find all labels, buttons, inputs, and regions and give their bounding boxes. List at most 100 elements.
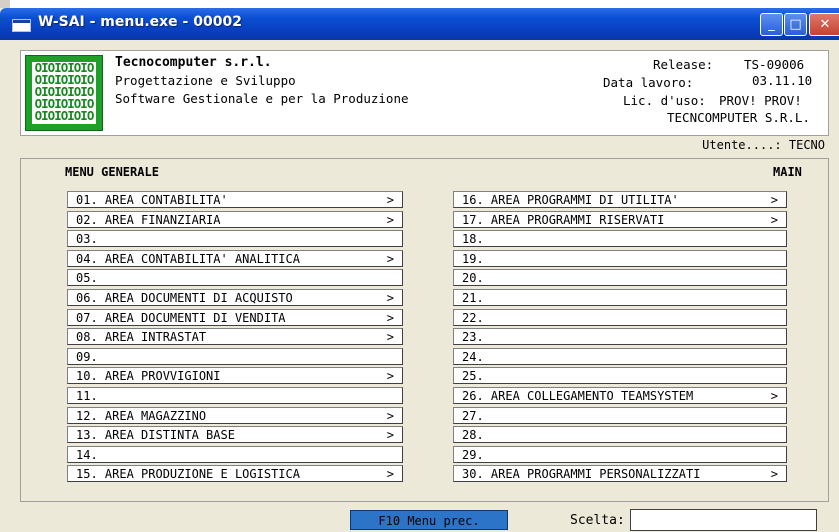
company-logo: OIOIOIOIO OIOIOIOIO OIOIOIOIO OIOIOIOIO … (25, 55, 103, 131)
menu-item[interactable]: 30. AREA PROGRAMMI PERSONALIZZATI > (453, 465, 787, 483)
menu-item[interactable]: 12. AREA MAGAZZINO > (67, 406, 403, 424)
close-button[interactable]: ✕ (809, 13, 839, 36)
data-lavoro-value: 03.11.10 (752, 73, 813, 88)
menu-item-label: 12. AREA MAGAZZINO (76, 408, 207, 423)
menu-item[interactable]: 09. (67, 347, 403, 365)
menu-item[interactable]: 01. AREA CONTABILITA' > (67, 191, 403, 208)
menu-item-label: 08. AREA INTRASTAT (76, 330, 207, 345)
submenu-arrow-icon: > (386, 291, 394, 305)
main-window: W-SAI - menu.exe - 00002 _ □ ✕ OIOIOIOIO… (0, 8, 839, 532)
menu-item-label: 19. (462, 251, 484, 266)
menu-item[interactable]: 06. AREA DOCUMENTI DI ACQUISTO > (67, 289, 403, 306)
menu-item[interactable]: 24. (453, 347, 787, 365)
submenu-arrow-icon: > (386, 310, 394, 325)
menu-item-label: 05. (76, 271, 98, 286)
scelta-label: Scelta: (570, 513, 625, 528)
submenu-arrow-icon: > (386, 330, 394, 345)
menu-item[interactable]: 21. (453, 289, 787, 306)
f10-back-button[interactable]: F10 Menu prec. (350, 510, 508, 530)
menu-item[interactable]: 16. AREA PROGRAMMI DI UTILITA' > (453, 191, 787, 208)
release-label: Release: (653, 57, 714, 72)
submenu-arrow-icon: > (386, 193, 394, 207)
menu-item-label: 21. (462, 291, 484, 305)
menu-item[interactable]: 23. (453, 328, 787, 346)
submenu-arrow-icon: > (770, 193, 778, 207)
menu-item[interactable]: 10. AREA PROVVIGIONI > (67, 367, 403, 385)
menu-item[interactable]: 08. AREA INTRASTAT > (67, 328, 403, 346)
menu-item-label: 10. AREA PROVVIGIONI (76, 369, 221, 384)
menu-item-label: 14. (76, 447, 98, 462)
menu-item[interactable]: 18. (453, 230, 787, 248)
submenu-arrow-icon: > (386, 428, 394, 443)
menu-item[interactable]: 05. (67, 269, 403, 287)
submenu-arrow-icon: > (770, 212, 778, 227)
menu-item[interactable]: 03. (67, 230, 403, 248)
company-name: Tecnocomputer s.r.l. (115, 55, 272, 70)
data-lavoro-label: Data lavoro: (603, 75, 694, 90)
company-tagline-1: Progettazione e Sviluppo (115, 73, 296, 88)
menu-item[interactable]: 26. AREA COLLEGAMENTO TEAMSYSTEM > (453, 387, 787, 404)
menu-item[interactable]: 11. (67, 387, 403, 404)
licence-label: Lic. d'uso: (623, 93, 706, 108)
menu-item[interactable]: 25. (453, 367, 787, 385)
title-bar[interactable]: W-SAI - menu.exe - 00002 _ □ ✕ (0, 8, 839, 40)
maximize-button[interactable]: □ (784, 13, 807, 36)
main-menu: MENU GENERALE MAIN 01. AREA CONTABILITA'… (20, 158, 829, 502)
menu-item[interactable]: 14. (67, 445, 403, 463)
menu-item-label: 07. AREA DOCUMENTI DI VENDITA (76, 310, 286, 325)
user-indicator: Utente....: TECNO (702, 138, 825, 152)
licensee-name: TECNCOMPUTER S.R.L. (667, 110, 810, 125)
menu-item-label: 13. AREA DISTINTA BASE (76, 428, 235, 443)
menu-item-label: 01. AREA CONTABILITA' (76, 193, 228, 207)
submenu-arrow-icon: > (386, 251, 394, 266)
menu-item-label: 18. (462, 232, 484, 247)
menu-item[interactable]: 04. AREA CONTABILITA' ANALITICA > (67, 249, 403, 267)
menu-item-label: 23. (462, 330, 484, 345)
menu-item-label: 03. (76, 232, 98, 247)
menu-item-label: 02. AREA FINANZIARIA (76, 212, 221, 227)
menu-item-label: 11. (76, 389, 98, 403)
menu-item[interactable]: 27. (453, 406, 787, 424)
menu-item[interactable]: 19. (453, 249, 787, 267)
app-window-icon (12, 19, 31, 32)
release-value: TS-09006 (744, 57, 805, 72)
menu-item[interactable]: 29. (453, 445, 787, 463)
submenu-arrow-icon: > (386, 467, 394, 482)
menu-item[interactable]: 28. (453, 426, 787, 444)
menu-item-label: 16. AREA PROGRAMMI DI UTILITA' (462, 193, 679, 207)
licence-value: PROV! PROV! (719, 93, 802, 108)
menu-item[interactable]: 15. AREA PRODUZIONE E LOGISTICA > (67, 465, 403, 483)
menu-item[interactable]: 22. (453, 308, 787, 326)
menu-item-label: 15. AREA PRODUZIONE E LOGISTICA (76, 467, 300, 482)
menu-item-label: 24. (462, 349, 484, 364)
menu-item-label: 04. AREA CONTABILITA' ANALITICA (76, 251, 300, 266)
menu-item[interactable]: 07. AREA DOCUMENTI DI VENDITA > (67, 308, 403, 326)
menu-item-label: 22. (462, 310, 484, 325)
menu-item-label: 27. (462, 408, 484, 423)
window-title: W-SAI - menu.exe - 00002 (38, 14, 242, 30)
menu-item-label: 25. (462, 369, 484, 384)
submenu-arrow-icon: > (386, 408, 394, 423)
menu-item-label: 26. AREA COLLEGAMENTO TEAMSYSTEM (462, 389, 694, 403)
scelta-input[interactable] (630, 509, 817, 531)
menu-item-label: 06. AREA DOCUMENTI DI ACQUISTO (76, 291, 293, 305)
menu-item-label: 09. (76, 349, 98, 364)
menu-item[interactable]: 20. (453, 269, 787, 287)
menu-title: MENU GENERALE (65, 165, 159, 179)
menu-item-label: 29. (462, 447, 484, 462)
client-area: OIOIOIOIO OIOIOIOIO OIOIOIOIO OIOIOIOIO … (10, 40, 839, 532)
menu-item[interactable]: 02. AREA FINANZIARIA > (67, 210, 403, 228)
menu-item-label: 20. (462, 271, 484, 286)
company-header: OIOIOIOIO OIOIOIOIO OIOIOIOIO OIOIOIOIO … (20, 50, 829, 136)
menu-code: MAIN (773, 165, 802, 179)
minimize-button[interactable]: _ (760, 13, 783, 36)
submenu-arrow-icon: > (386, 212, 394, 227)
menu-item-label: 30. AREA PROGRAMMI PERSONALIZZATI (462, 467, 701, 482)
submenu-arrow-icon: > (386, 369, 394, 384)
menu-item[interactable]: 17. AREA PROGRAMMI RISERVATI > (453, 210, 787, 228)
logo-binary-pattern: OIOIOIOIO OIOIOIOIO OIOIOIOIO OIOIOIOIO … (32, 62, 96, 124)
submenu-arrow-icon: > (770, 467, 778, 482)
company-tagline-2: Software Gestionale e per la Produzione (115, 91, 409, 106)
menu-item[interactable]: 13. AREA DISTINTA BASE > (67, 426, 403, 444)
submenu-arrow-icon: > (770, 389, 778, 403)
